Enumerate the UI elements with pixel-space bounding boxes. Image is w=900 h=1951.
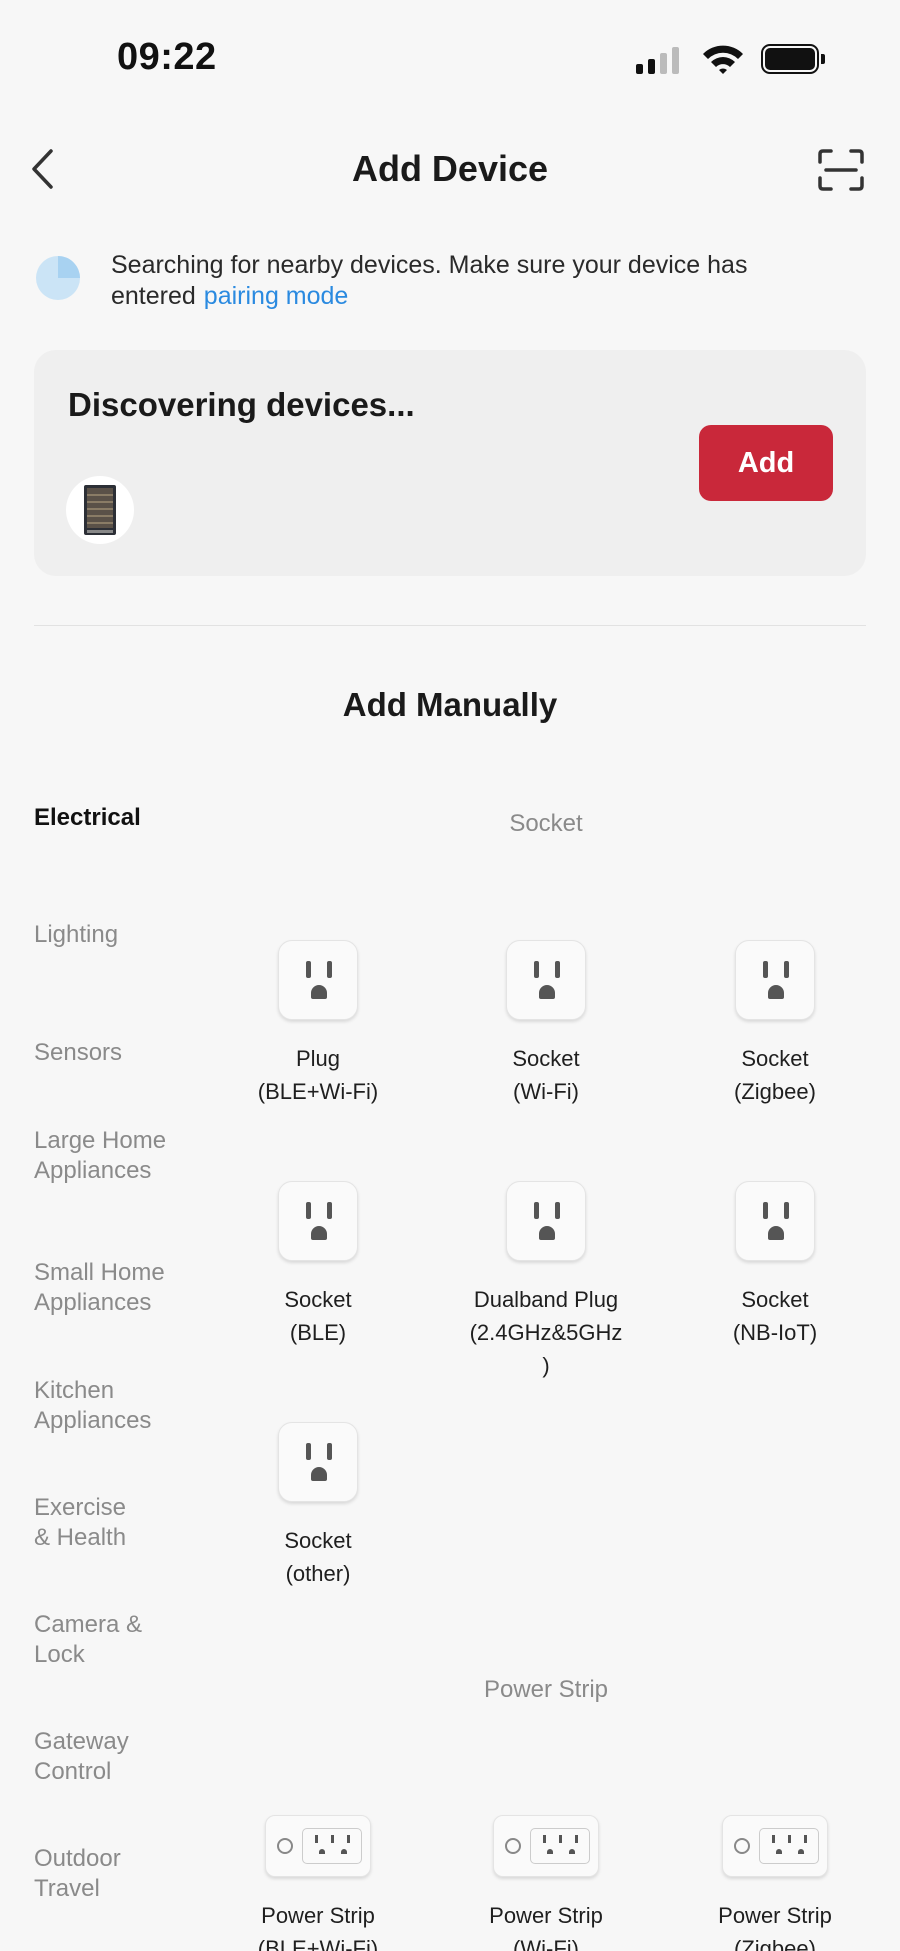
device-tile-socket-nb-iot[interactable]: Socket (NB-IoT) [675,1181,875,1349]
section-title-socket: Socket [509,810,583,837]
page-title: Add Device [351,148,549,189]
power-strip-icon [493,1815,599,1877]
add-button[interactable]: Add [699,425,833,501]
status-time: 09:22 [117,36,217,78]
device-tile-label: Plug (BLE+Wi-Fi) [257,1046,379,1104]
add-manually-title: Add Manually [342,686,558,723]
scan-icon [818,149,864,191]
category-camera-lock[interactable]: Camera & Lock [34,1610,144,1670]
category-lighting[interactable]: Lighting [34,920,194,950]
socket-icon [735,1181,815,1261]
socket-icon [735,940,815,1020]
category-exercise-health[interactable]: Exercise & Health [34,1493,144,1553]
section-title-power-strip: Power Strip [483,1676,609,1703]
power-strip-icon [722,1815,828,1877]
device-tile-power-strip-zigbee[interactable]: Power Strip (Zigbee) [675,1815,875,1951]
device-tile-socket-other[interactable]: Socket (other) [218,1422,418,1590]
discovering-title: Discovering devices... [68,386,415,423]
search-hint: Searching for nearby devices. Make sure … [111,250,811,312]
cellular-signal-icon [636,44,679,74]
device-tile-label: Socket (NB-IoT) [732,1287,818,1345]
device-tile-socket-wifi[interactable]: Socket (Wi-Fi) [446,940,646,1108]
discovered-device-thumbnail[interactable] [66,476,134,544]
category-gateway-control[interactable]: Gateway Control [34,1727,144,1787]
scan-button[interactable] [816,148,866,192]
searching-spinner-icon [36,256,80,300]
device-tile-plug-ble-wifi[interactable]: Plug (BLE+Wi-Fi) [218,940,418,1108]
socket-icon [506,940,586,1020]
device-tile-label: Socket (Wi-Fi) [512,1046,580,1104]
socket-icon [278,1422,358,1502]
wine-cooler-icon [84,485,116,535]
socket-icon [278,940,358,1020]
device-tile-label: Socket (other) [284,1528,352,1586]
battery-icon [761,44,825,74]
device-tile-label: Socket (BLE) [284,1287,352,1345]
device-tile-power-strip-wifi[interactable]: Power Strip (Wi-Fi) [446,1815,646,1951]
device-tile-power-strip-ble-wifi[interactable]: Power Strip (BLE+Wi-Fi) [218,1815,418,1951]
socket-icon [506,1181,586,1261]
wifi-icon [703,45,743,74]
socket-icon [278,1181,358,1261]
category-electrical[interactable]: Electrical [34,803,194,833]
category-large-home-appliances[interactable]: Large Home Appliances [34,1126,174,1186]
device-tile-socket-ble[interactable]: Socket (BLE) [218,1181,418,1349]
category-small-home-appliances[interactable]: Small Home Appliances [34,1258,184,1318]
status-icons [636,44,825,74]
category-outdoor-travel[interactable]: Outdoor Travel [34,1844,144,1904]
device-tile-label: Socket (Zigbee) [734,1046,816,1104]
category-sensors[interactable]: Sensors [34,1038,194,1068]
device-tile-dualband-plug[interactable]: Dualband Plug (2.4GHz&5GHz ) [446,1181,646,1382]
discovering-card: Discovering devices... Add [34,350,866,576]
device-tile-label: Power Strip (Zigbee) [718,1903,832,1951]
device-tile-label: Power Strip (BLE+Wi-Fi) [257,1903,379,1951]
power-strip-icon [265,1815,371,1877]
divider [34,625,866,626]
pairing-mode-link[interactable]: pairing mode [204,282,349,310]
category-kitchen-appliances[interactable]: Kitchen Appliances [34,1376,174,1436]
add-device-screen: 09:22 Add Device Searching for nearby de… [0,0,900,1951]
device-tile-label: Power Strip (Wi-Fi) [489,1903,603,1951]
device-tile-label: Dualband Plug (2.4GHz&5GHz ) [469,1287,623,1378]
device-tile-socket-zigbee[interactable]: Socket (Zigbee) [675,940,875,1108]
